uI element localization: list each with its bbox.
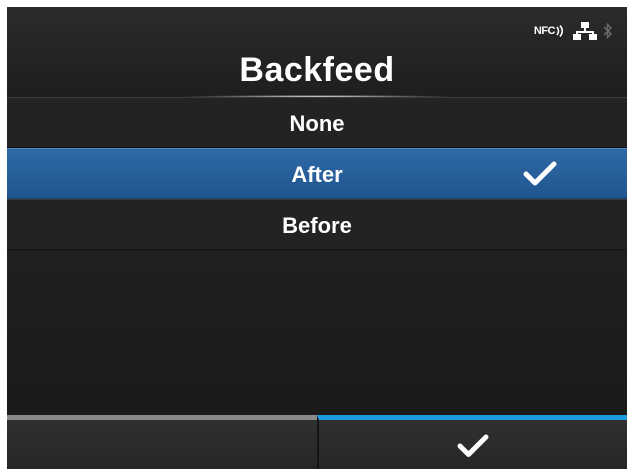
nfc-label: NFC — [533, 25, 556, 37]
option-before[interactable]: Before — [7, 199, 627, 250]
option-label: None — [289, 111, 345, 136]
option-after[interactable]: After — [7, 148, 627, 199]
network-icon — [573, 21, 597, 41]
nfc-waves-icon — [556, 24, 564, 38]
checkmark-icon — [457, 433, 489, 464]
page-title: Backfeed — [239, 51, 395, 89]
header: NFC Backfeed — [7, 7, 627, 99]
bluetooth-icon — [603, 22, 613, 40]
printer-screen: NFC Backfeed None After Before — [7, 7, 627, 469]
softkey-confirm-button[interactable] — [317, 415, 627, 469]
checkmark-icon — [523, 161, 557, 192]
option-list: None After Before — [7, 97, 627, 250]
softkey-bar — [7, 415, 627, 469]
option-none[interactable]: None — [7, 97, 627, 148]
option-label: Before — [282, 213, 352, 238]
list-empty-area — [7, 250, 627, 415]
status-bar: NFC — [534, 21, 613, 41]
softkey-left[interactable] — [7, 415, 317, 469]
nfc-icon: NFC — [534, 24, 567, 38]
